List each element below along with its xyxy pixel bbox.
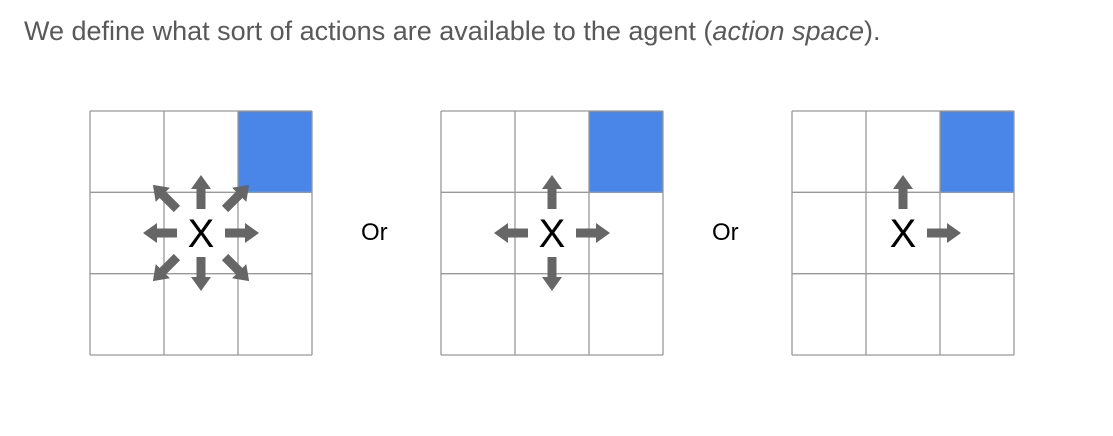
arrow-up-right-icon: [221, 184, 250, 213]
grid-svg-3: X: [791, 110, 1015, 356]
agent-mark: X: [539, 212, 566, 256]
grid-four-directions: X: [440, 110, 664, 356]
or-label-1: Or: [361, 219, 388, 246]
grid-two-directions: X: [791, 110, 1015, 356]
agent-mark: X: [188, 212, 215, 256]
goal-cell: [238, 111, 312, 193]
goal-cell: [940, 111, 1014, 193]
action-space-caption: We define what sort of actions are avail…: [24, 16, 881, 47]
arrow-left-icon: [494, 223, 528, 243]
arrow-right-icon: [927, 223, 961, 243]
arrow-left-icon: [143, 223, 177, 243]
arrow-right-icon: [225, 223, 259, 243]
arrow-down-left-icon: [152, 253, 181, 282]
grid-svg-2: X: [440, 110, 664, 356]
arrow-up-left-icon: [152, 184, 181, 213]
caption-italic-term: action space: [712, 16, 865, 46]
goal-cell: [589, 111, 663, 193]
arrow-down-right-icon: [221, 253, 250, 282]
grid-svg-1: X: [89, 110, 313, 356]
grid-eight-directions: X: [89, 110, 313, 356]
agent-mark: X: [890, 212, 917, 256]
caption-suffix: ).: [864, 16, 881, 46]
caption-prefix: We define what sort of actions are avail…: [24, 16, 713, 46]
or-label-2: Or: [712, 219, 739, 246]
arrow-right-icon: [576, 223, 610, 243]
